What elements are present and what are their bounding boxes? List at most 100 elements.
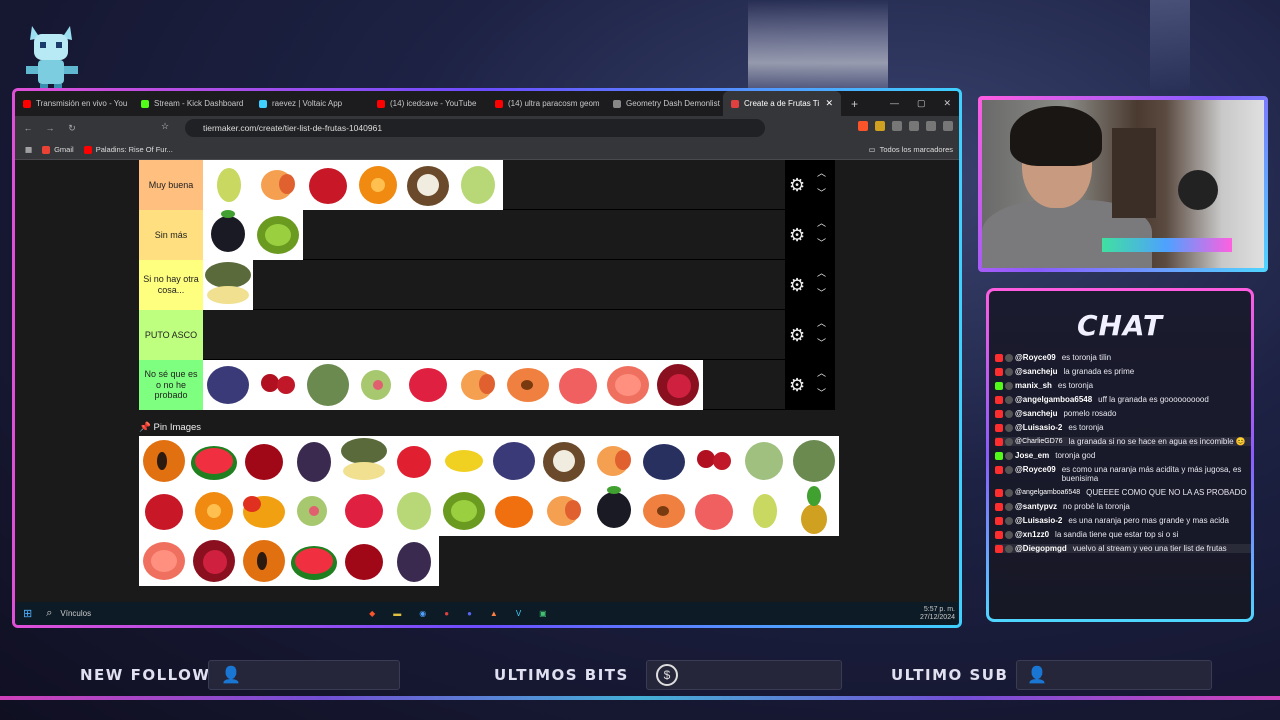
melon-image[interactable] <box>203 260 253 310</box>
brave-icon[interactable]: ◆ <box>369 609 375 618</box>
coconut-image[interactable] <box>539 436 589 486</box>
chevron-down-icon[interactable]: ﹀ <box>817 186 826 199</box>
tier-label[interactable]: Si no hay otra cosa... <box>139 260 203 310</box>
peach-image[interactable] <box>453 360 503 410</box>
url-input[interactable]: tiermaker.com/create/tier-list-de-frutas… <box>185 119 765 137</box>
papaya-image[interactable] <box>139 436 189 486</box>
windows-start-icon[interactable]: ⊞ <box>23 607 32 620</box>
bookmark-star-icon[interactable]: ☆ <box>161 121 169 132</box>
tab-6[interactable]: Create a de Frutas Ti ✕ <box>723 91 841 116</box>
tier-items[interactable] <box>203 160 785 210</box>
peach-image[interactable] <box>253 160 303 210</box>
papaya-image[interactable] <box>239 536 289 586</box>
tier-label[interactable]: PUTO ASCO <box>139 310 203 360</box>
fig-image[interactable] <box>289 486 339 536</box>
pear-image[interactable] <box>203 160 253 210</box>
sidebar-icon[interactable] <box>909 121 919 131</box>
mango-image[interactable] <box>239 486 289 536</box>
raspberry-image[interactable] <box>403 360 453 410</box>
overwolf-icon[interactable]: ▲ <box>490 609 498 618</box>
blackberry-image[interactable] <box>203 210 253 260</box>
grapefruit-image[interactable] <box>603 360 653 410</box>
apricot-image[interactable] <box>639 486 689 536</box>
explorer-icon[interactable]: ▬ <box>393 609 401 618</box>
forward-icon[interactable]: → <box>41 123 59 133</box>
redapple-image[interactable] <box>239 436 289 486</box>
chevron-up-icon[interactable]: ︿ <box>817 216 826 229</box>
redapple-image[interactable] <box>339 536 389 586</box>
gear-icon[interactable]: ⚙ <box>789 225 805 246</box>
pomegranate-image[interactable] <box>189 536 239 586</box>
close-icon[interactable]: ✕ <box>943 98 951 109</box>
blueberry-image[interactable] <box>639 436 689 486</box>
peach-image[interactable] <box>539 486 589 536</box>
maximize-icon[interactable]: ▢ <box>917 98 926 109</box>
pomegranate-image[interactable] <box>653 360 703 410</box>
gear-icon[interactable]: ⚙ <box>789 325 805 346</box>
cherry-image[interactable] <box>253 360 303 410</box>
grapefruit-image[interactable] <box>139 536 189 586</box>
tab-1[interactable]: Stream - Kick Dashboard <box>133 91 251 116</box>
chevron-up-icon[interactable]: ︿ <box>817 166 826 179</box>
tier-items[interactable] <box>203 260 785 310</box>
tab-4[interactable]: (14) ultra paracosm geom <box>487 91 605 116</box>
nectarine-image[interactable] <box>689 486 739 536</box>
gear-icon[interactable]: ⚙ <box>789 175 805 196</box>
menu-icon[interactable] <box>943 121 953 131</box>
cherry-image[interactable] <box>689 436 739 486</box>
kiwi-image[interactable] <box>253 210 303 260</box>
chevron-down-icon[interactable]: ﹀ <box>817 336 826 349</box>
apps-icon[interactable]: ▦ <box>25 145 32 154</box>
watermelon-image[interactable] <box>289 536 339 586</box>
tier-label[interactable]: Muy buena <box>139 160 203 210</box>
discord-icon[interactable]: ● <box>467 609 472 618</box>
puzzle-icon[interactable] <box>892 121 902 131</box>
close-tab-icon[interactable]: ✕ <box>825 98 833 109</box>
chevron-up-icon[interactable]: ︿ <box>817 366 826 379</box>
tier-label[interactable]: Sin más <box>139 210 203 260</box>
blackgrape-image[interactable] <box>289 436 339 486</box>
wallet-icon[interactable] <box>926 121 936 131</box>
new-tab-button[interactable]: + <box>841 97 868 111</box>
fig-image[interactable] <box>353 360 403 410</box>
gear-icon[interactable]: ⚙ <box>789 275 805 296</box>
peach-image[interactable] <box>589 436 639 486</box>
feijoa-image[interactable] <box>789 436 839 486</box>
tab-2[interactable]: raevez | Voltaic App <box>251 91 369 116</box>
gear-icon[interactable]: ⚙ <box>789 375 805 396</box>
chevron-down-icon[interactable]: ﹀ <box>817 236 826 249</box>
pineapple-image[interactable] <box>789 486 839 536</box>
bookmark-gmail[interactable]: Gmail <box>42 145 74 154</box>
tier-items[interactable] <box>203 210 785 260</box>
tier-items[interactable] <box>203 360 785 410</box>
plum-image[interactable] <box>203 360 253 410</box>
chevron-down-icon[interactable]: ﹀ <box>817 286 826 299</box>
brave-shield-icon[interactable] <box>858 121 868 131</box>
chevron-up-icon[interactable]: ︿ <box>817 316 826 329</box>
watermelon-image[interactable] <box>189 436 239 486</box>
tier-items[interactable] <box>203 310 785 359</box>
clock[interactable]: 5:57 p. m. 27/12/2024 <box>920 606 955 622</box>
grapes-image[interactable] <box>453 160 503 210</box>
banana-image[interactable] <box>439 436 489 486</box>
tier-label[interactable]: No sé que es o no he probado <box>139 360 203 410</box>
orange-image[interactable] <box>353 160 403 210</box>
melon-image[interactable] <box>339 436 389 486</box>
pear-image[interactable] <box>739 486 789 536</box>
all-bookmarks[interactable]: ▭ Todos los marcadores <box>869 145 953 154</box>
tangerine-image[interactable] <box>489 486 539 536</box>
tab-5[interactable]: Geometry Dash Demonlist <box>605 91 723 116</box>
blackgrape-image[interactable] <box>389 536 439 586</box>
nectarine-image[interactable] <box>553 360 603 410</box>
back-icon[interactable]: ← <box>19 123 37 133</box>
apple-image[interactable] <box>303 160 353 210</box>
apricot-image[interactable] <box>503 360 553 410</box>
raspberry-image[interactable] <box>339 486 389 536</box>
steam-icon[interactable]: ◉ <box>419 609 426 618</box>
extension-icon[interactable] <box>875 121 885 131</box>
coconut-image[interactable] <box>403 160 453 210</box>
feijoa-image[interactable] <box>303 360 353 410</box>
grapes-image[interactable] <box>389 486 439 536</box>
blackberry-image[interactable] <box>589 486 639 536</box>
tab-0[interactable]: Transmisión en vivo - You <box>15 91 133 116</box>
